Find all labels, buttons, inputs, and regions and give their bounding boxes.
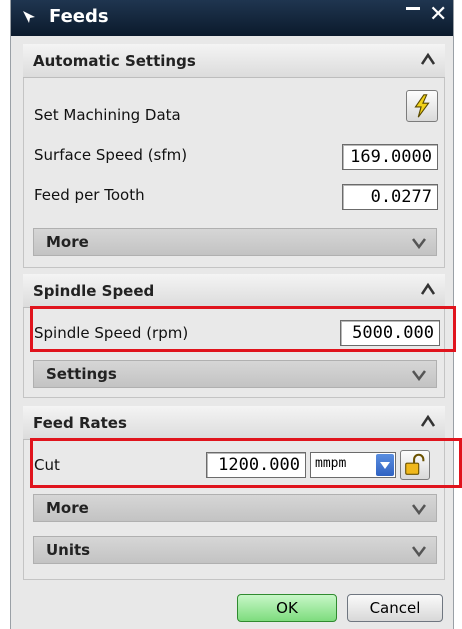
- feed-rates-title: Feed Rates: [33, 414, 127, 432]
- feed-more-bar[interactable]: More: [33, 494, 437, 522]
- feed-rates-header[interactable]: Feed Rates: [23, 406, 445, 440]
- window-title: Feeds: [49, 6, 109, 27]
- collapse-icon[interactable]: [421, 282, 435, 296]
- feed-per-tooth-label: Feed per Tooth: [34, 186, 145, 204]
- feeds-dialog: Feeds ✕ Automatic Settings Set Machining…: [10, 0, 462, 629]
- set-machining-data-button[interactable]: [406, 90, 438, 122]
- lightning-icon: [414, 94, 430, 118]
- feed-per-tooth-input[interactable]: 0.0277: [342, 184, 438, 210]
- feed-more-label: More: [46, 499, 89, 517]
- automatic-settings-header[interactable]: Automatic Settings: [23, 44, 445, 78]
- expand-icon[interactable]: [412, 237, 426, 249]
- surface-speed-label: Surface Speed (sfm): [34, 146, 188, 164]
- title-bar[interactable]: Feeds ✕: [11, 0, 453, 36]
- expand-icon[interactable]: [412, 503, 426, 515]
- ok-button[interactable]: OK: [237, 594, 337, 622]
- collapse-icon[interactable]: [421, 414, 435, 428]
- expand-icon[interactable]: [412, 369, 426, 381]
- pin-icon[interactable]: [21, 9, 37, 25]
- surface-speed-input[interactable]: 169.0000: [342, 144, 438, 170]
- spindle-speed-title: Spindle Speed: [33, 282, 155, 300]
- feed-units-bar[interactable]: Units: [33, 536, 437, 564]
- spindle-settings-bar[interactable]: Settings: [33, 360, 437, 388]
- cut-highlight: [30, 438, 462, 488]
- close-icon[interactable]: ✕: [429, 2, 447, 27]
- expand-icon[interactable]: [412, 545, 426, 557]
- minimize-icon[interactable]: [403, 4, 423, 28]
- feed-units-label: Units: [46, 541, 91, 559]
- spindle-speed-header[interactable]: Spindle Speed: [23, 274, 445, 308]
- collapse-icon[interactable]: [421, 52, 435, 66]
- set-machining-data-label: Set Machining Data: [34, 106, 181, 124]
- automatic-more-bar[interactable]: More: [33, 228, 437, 256]
- automatic-more-label: More: [46, 233, 89, 251]
- cancel-button[interactable]: Cancel: [347, 594, 443, 622]
- spindle-speed-highlight: [30, 306, 456, 352]
- automatic-settings-title: Automatic Settings: [33, 52, 196, 70]
- spindle-settings-label: Settings: [46, 365, 117, 383]
